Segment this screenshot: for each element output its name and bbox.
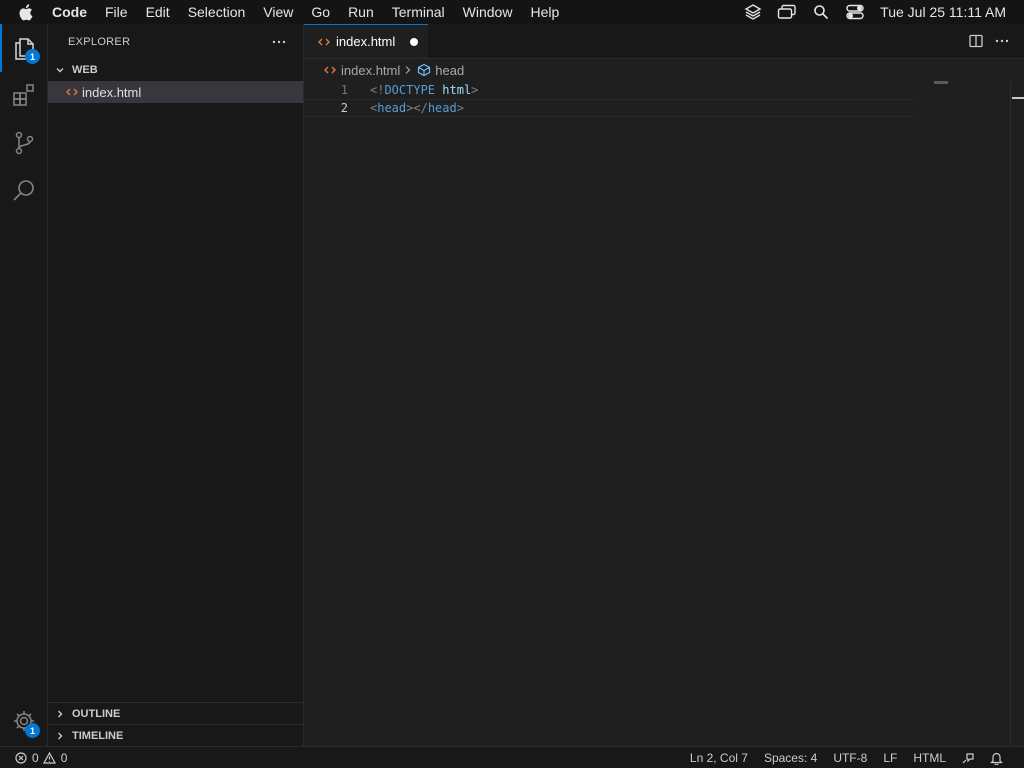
line-number: 2	[340, 101, 348, 115]
folder-section-web[interactable]: WEB	[48, 59, 303, 81]
menu-file[interactable]: File	[96, 0, 137, 24]
warning-icon	[43, 751, 57, 765]
vertical-scrollbar[interactable]	[1010, 81, 1024, 746]
tab-label: index.html	[336, 34, 396, 49]
breadcrumb: index.html head	[304, 59, 1024, 81]
scrollbar-cursor-marker	[1012, 97, 1024, 99]
menu-terminal[interactable]: Terminal	[383, 0, 454, 24]
spotlight-search-icon[interactable]	[804, 0, 838, 24]
menu-bar-clock[interactable]: Tue Jul 25 11:11 AM	[880, 4, 1006, 20]
chevron-right-icon	[401, 65, 415, 75]
extensions-icon	[11, 82, 37, 111]
timeline-section[interactable]: TIMELINE	[48, 724, 303, 746]
line-content: <!DOCTYPE html>	[370, 83, 478, 97]
manage-activity-button[interactable]: 1	[0, 698, 48, 746]
source-control-icon	[11, 130, 37, 159]
search-activity-button[interactable]	[0, 168, 48, 216]
control-center-icon[interactable]	[838, 0, 872, 24]
code-line-current[interactable]: 2 <head></head>	[304, 99, 916, 117]
file-name: index.html	[82, 84, 142, 100]
editor-area: index.html index.html head 1 <!DOCTYPE h…	[304, 24, 1024, 746]
menu-run[interactable]: Run	[339, 0, 383, 24]
menu-view[interactable]: View	[254, 0, 302, 24]
warning-count: 0	[60, 750, 68, 765]
minimap[interactable]	[934, 81, 948, 84]
code-token: >	[471, 83, 479, 97]
notifications-bell-icon[interactable]	[988, 750, 1004, 766]
element-symbol-icon	[416, 62, 432, 78]
explorer-activity-button[interactable]: 1	[0, 24, 48, 72]
status-bar-right: Ln 2, Col 7 Spaces: 4 UTF-8 LF HTML	[682, 750, 1024, 766]
code-token: head	[377, 101, 407, 115]
code-token: >	[456, 101, 464, 115]
code-editor[interactable]: 1 <!DOCTYPE html> 2 <head></head>	[304, 81, 1024, 117]
folder-name: WEB	[72, 64, 98, 76]
editor-tab-index-html[interactable]: index.html	[304, 24, 428, 58]
error-icon	[14, 751, 28, 765]
html-file-icon	[64, 84, 80, 100]
split-editor-icon[interactable]	[966, 31, 986, 51]
file-tree-item[interactable]: index.html	[48, 81, 303, 103]
line-content: <head></head>	[370, 101, 464, 115]
menu-app-name[interactable]: Code	[46, 0, 96, 24]
status-bar: 0 0 Ln 2, Col 7 Spaces: 4 UTF-8 LF HTML	[0, 746, 1024, 768]
menu-help[interactable]: Help	[521, 0, 568, 24]
chevron-down-icon	[52, 62, 68, 78]
settings-badge: 1	[25, 723, 40, 738]
search-icon	[11, 178, 37, 207]
editor-tab-bar: index.html	[304, 24, 1024, 59]
chevron-right-icon	[52, 728, 68, 744]
code-line[interactable]: 1 <!DOCTYPE html>	[304, 81, 1024, 99]
sidebar-more-actions-icon[interactable]	[269, 32, 289, 52]
code-token: <!	[370, 83, 385, 97]
layers-icon[interactable]	[736, 0, 770, 24]
encoding[interactable]: UTF-8	[825, 751, 875, 765]
menu-bar-tray: Tue Jul 25 11:11 AM	[736, 0, 1024, 24]
code-token: html	[442, 83, 472, 97]
breadcrumb-file[interactable]: index.html	[322, 62, 400, 78]
apple-icon[interactable]	[18, 0, 34, 24]
line-number: 1	[340, 83, 348, 97]
menu-selection[interactable]: Selection	[179, 0, 255, 24]
html-file-icon	[322, 62, 338, 78]
outline-label: OUTLINE	[72, 707, 121, 720]
breadcrumb-symbol-label: head	[435, 62, 465, 78]
editor-actions	[966, 24, 1024, 58]
menu-edit[interactable]: Edit	[137, 0, 179, 24]
macos-menu-bar: Code File Edit Selection View Go Run Ter…	[0, 0, 1024, 24]
end-of-line[interactable]: LF	[875, 751, 905, 765]
sidebar-header: EXPLORER	[48, 24, 303, 59]
code-token: DOCTYPE	[384, 83, 436, 97]
breadcrumb-file-label: index.html	[341, 62, 401, 78]
cursor-position[interactable]: Ln 2, Col 7	[682, 751, 756, 765]
menu-go[interactable]: Go	[302, 0, 339, 24]
code-token: head	[427, 101, 457, 115]
sidebar-title: EXPLORER	[68, 35, 131, 48]
more-actions-icon[interactable]	[992, 31, 1012, 51]
extensions-activity-button[interactable]	[0, 72, 48, 120]
unsaved-changes-dot-icon[interactable]	[410, 38, 418, 46]
explorer-sidebar: EXPLORER WEB index.html OUTLINE TIMELINE	[48, 24, 304, 746]
chevron-right-icon	[52, 706, 68, 722]
code-token: ></	[406, 101, 428, 115]
problems-indicator[interactable]: 0 0	[0, 751, 67, 765]
explorer-badge: 1	[25, 49, 40, 64]
indentation[interactable]: Spaces: 4	[756, 751, 825, 765]
activity-bar: 1 1	[0, 24, 48, 746]
language-mode[interactable]: HTML	[905, 751, 954, 765]
outline-section[interactable]: OUTLINE	[48, 702, 303, 724]
html-file-icon	[316, 34, 332, 50]
sidebar-bottom-sections: OUTLINE TIMELINE	[48, 702, 303, 746]
feedback-icon[interactable]	[960, 750, 976, 766]
timeline-label: TIMELINE	[72, 729, 124, 742]
screen-mirroring-icon[interactable]	[770, 0, 804, 24]
error-count: 0	[32, 750, 39, 765]
menu-window[interactable]: Window	[454, 0, 522, 24]
source-control-activity-button[interactable]	[0, 120, 48, 168]
breadcrumb-symbol[interactable]: head	[416, 62, 464, 78]
